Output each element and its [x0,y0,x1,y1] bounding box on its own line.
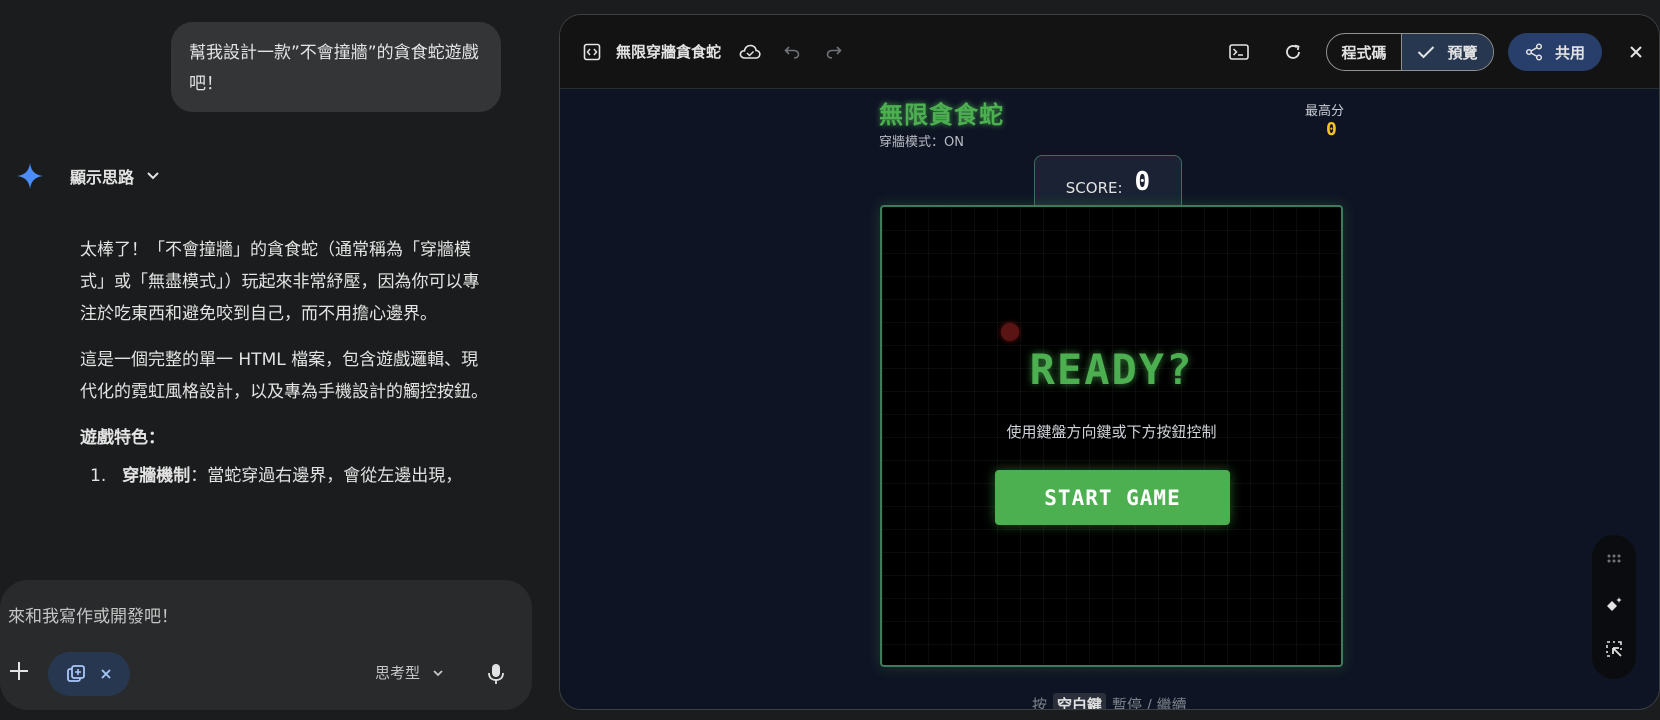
code-doc-icon [582,42,602,62]
ready-heading: READY? [1029,345,1194,394]
cloud-save-icon[interactable] [738,40,762,64]
food-pellet [1001,323,1019,341]
console-icon[interactable] [1228,41,1250,63]
share-icon [1525,43,1543,61]
start-game-label: START GAME [1044,485,1181,510]
preview-stage: 無限貪食蛇 穿牆模式：ON 最高分 0 SCORE: 0 READY? 使用鍵盤… [560,89,1659,710]
control-hint: 使用鍵盤方向鍵或下方按鈕控制 [1006,423,1217,441]
scroll-fade [0,530,545,580]
score-value: 0 [1134,166,1151,197]
start-game-button[interactable]: START GAME [995,470,1230,525]
spacebar-key: 空白鍵 [1053,693,1107,709]
view-toggle: 程式碼 預覽 [1326,33,1494,71]
list-number: 1. [90,466,107,486]
microphone-icon[interactable] [486,662,506,686]
reply-paragraph: 這是一個完整的單一 HTML 檔案，包含遊戲邏輯、現代化的霓虹風格設計，以及專為… [80,350,488,402]
pause-hint: 按 空白鍵 暫停 / 繼續 [1032,693,1187,710]
user-message-text: 幫我設計一款”不會撞牆”的貪食蛇遊戲吧！ [189,43,479,94]
tab-code[interactable]: 程式碼 [1327,34,1402,70]
canvas-panel: 無限穿牆貪食蛇 程式碼 預覽 共用 無限貪食蛇 穿牆模式：ON 最高分 0 SC… [559,14,1660,710]
refresh-icon[interactable] [1282,41,1304,63]
chevron-down-icon [147,172,159,180]
sparkle-edit-icon[interactable] [1604,595,1624,615]
game-title: 無限貪食蛇 [879,101,1004,129]
show-thoughts-label: 顯示思路 [70,168,135,187]
check-icon [1418,46,1435,59]
prompt-composer[interactable]: 來和我寫作或開發吧！ 思考型 [0,580,532,710]
tab-code-label: 程式碼 [1341,43,1387,62]
user-message-bubble: 幫我設計一款”不會撞牆”的貪食蛇遊戲吧！ [171,22,501,112]
model-mode-label: 思考型 [375,664,421,682]
tab-preview[interactable]: 預覽 [1402,34,1493,70]
tab-preview-label: 預覽 [1447,43,1478,62]
feature-title: 穿牆機制 [122,466,191,486]
chevron-down-icon [433,669,443,676]
canvas-icon [67,665,85,682]
share-button[interactable]: 共用 [1508,33,1602,71]
canvas-tool-chip[interactable] [48,652,130,696]
undo-icon[interactable] [782,42,802,62]
canvas-toolbar: 無限穿牆貪食蛇 程式碼 預覽 共用 [560,15,1659,89]
high-score-value: 0 [1326,119,1337,140]
pause-hint-prefix: 按 [1032,696,1048,710]
pause-hint-suffix: 暫停 / 繼續 [1112,696,1187,710]
game-board[interactable]: READY? 使用鍵盤方向鍵或下方按鈕控制 START GAME [880,205,1343,667]
share-label: 共用 [1554,43,1585,62]
score-label: SCORE: [1065,178,1123,197]
drag-handle-icon[interactable] [1604,549,1624,569]
show-thoughts-toggle[interactable]: 顯示思路 [16,160,160,192]
list-item: 1. 穿牆機制：當蛇穿過右邊界，會從左邊出現， [80,460,490,492]
gemini-spark-icon [17,163,43,189]
features-heading: 遊戲特色： [80,428,165,448]
assistant-reply: 太棒了！「不會撞牆」的貪食蛇（通常稱為「穿牆模式」或「無盡模式」）玩起來非常紓壓… [80,234,490,492]
high-score-label: 最高分 [1305,104,1345,119]
wrap-mode-status: 穿牆模式：ON [879,135,964,150]
floating-toolbar [1592,535,1636,679]
redo-icon[interactable] [824,42,844,62]
prompt-input[interactable]: 來和我寫作或開發吧！ [8,602,178,627]
chat-column: 幫我設計一款”不會撞牆”的貪食蛇遊戲吧！ 顯示思路 太棒了！「不會撞牆」的貪食蛇… [0,0,545,720]
close-icon[interactable] [100,668,112,680]
document-title: 無限穿牆貪食蛇 [616,43,722,61]
add-icon[interactable] [6,658,32,684]
model-mode-dropdown[interactable]: 思考型 [375,662,444,683]
close-icon[interactable] [1626,42,1646,62]
reply-paragraph: 太棒了！「不會撞牆」的貪食蛇（通常稱為「穿牆模式」或「無盡模式」）玩起來非常紓壓… [80,240,480,324]
feature-text: ：當蛇穿過右邊界，會從左邊出現， [190,466,463,486]
select-region-icon[interactable] [1604,639,1624,659]
